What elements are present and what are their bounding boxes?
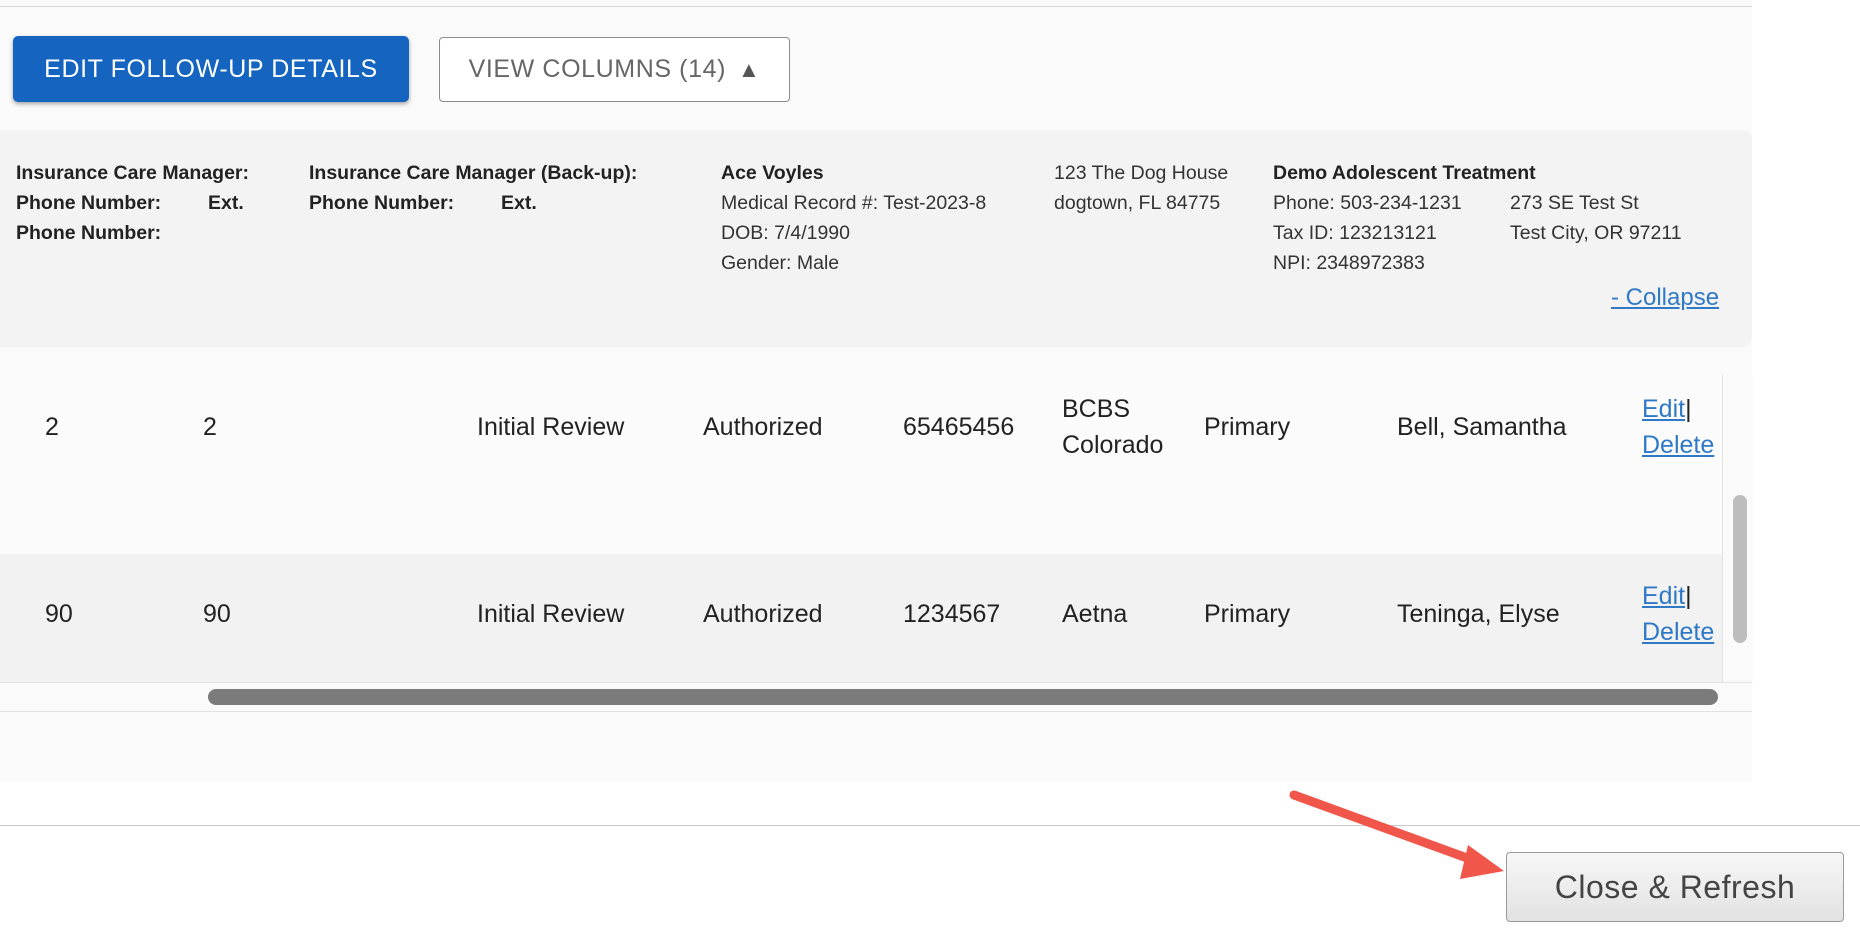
annotation-arrow-icon (1289, 790, 1504, 879)
